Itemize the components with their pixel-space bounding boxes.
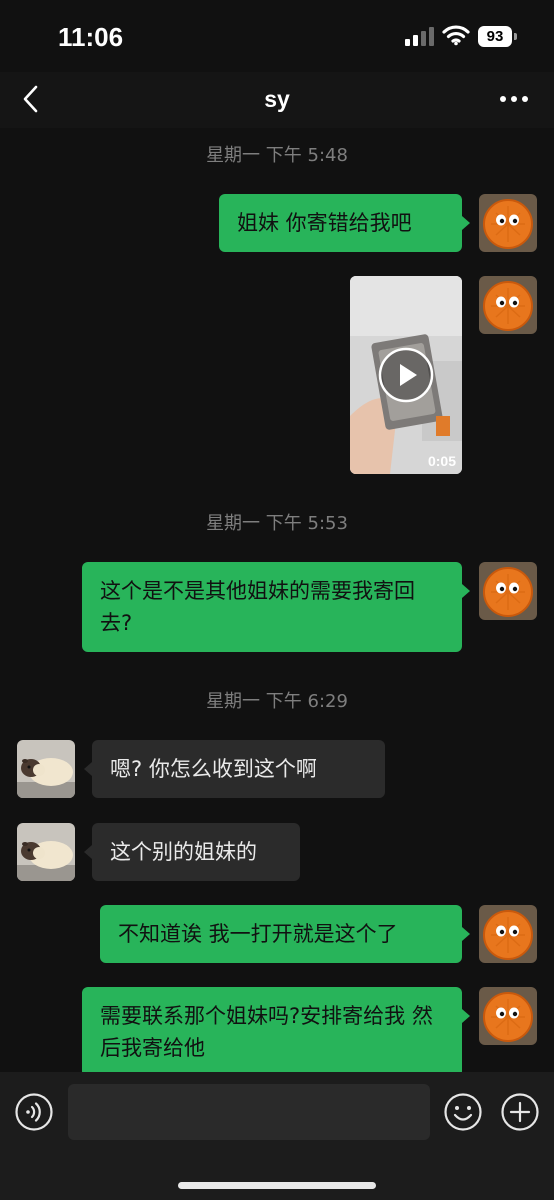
orange-cookie-avatar-image: [479, 905, 537, 963]
orange-cookie-avatar-image: [479, 562, 537, 620]
bubble-tail: [462, 927, 470, 941]
bubble-tail: [84, 762, 92, 776]
orange-cookie-avatar-image: [479, 987, 537, 1045]
timestamp: 星期一 下午 5:53: [206, 513, 348, 534]
more-dots-icon[interactable]: [494, 84, 534, 114]
input-bar: [0, 1072, 554, 1200]
my-avatar[interactable]: [479, 905, 537, 963]
status-time: 11:06: [58, 22, 124, 52]
bubble-tail: [462, 1009, 470, 1023]
my-message-bubble[interactable]: 不知道诶 我一打开就是这个了: [100, 905, 462, 963]
emoji-icon[interactable]: [443, 1092, 483, 1132]
my-message-bubble[interactable]: 姐妹 你寄错给我吧: [219, 194, 462, 252]
play-icon[interactable]: [378, 347, 434, 403]
message-input[interactable]: [68, 1084, 430, 1140]
message-list[interactable]: 星期一 下午 5:48 姐妹 你寄错给我吧 0:05 星期一 下午 5:53 这…: [0, 128, 554, 1072]
plus-icon[interactable]: [500, 1092, 540, 1132]
guinea-pig-avatar-image: [17, 823, 75, 881]
wifi-icon: [442, 25, 470, 46]
orange-cookie-avatar-image: [479, 194, 537, 252]
chat-header: sy: [0, 72, 554, 128]
my-avatar[interactable]: [479, 562, 537, 620]
timestamp: 星期一 下午 5:48: [206, 145, 348, 166]
bubble-tail: [462, 584, 470, 598]
my-avatar[interactable]: [479, 194, 537, 252]
cellular-signal-icon: [405, 27, 434, 46]
chat-title: sy: [264, 86, 290, 112]
video-duration: 0:05: [427, 453, 456, 469]
timestamp: 星期一 下午 6:29: [206, 691, 348, 712]
bubble-tail: [462, 216, 470, 230]
bubble-tail: [84, 845, 92, 859]
contact-message-bubble[interactable]: 嗯? 你怎么收到这个啊: [92, 740, 385, 798]
my-message-bubble[interactable]: 需要联系那个姐妹吗?安排寄给我 然后我寄给他: [82, 987, 462, 1072]
status-bar: 11:06 93: [0, 0, 554, 72]
my-message-bubble[interactable]: 这个是不是其他姐妹的需要我寄回去?: [82, 562, 462, 652]
contact-avatar[interactable]: [17, 823, 75, 881]
my-avatar[interactable]: [479, 276, 537, 334]
battery-tip: [514, 33, 517, 40]
battery-icon: 93: [478, 26, 520, 47]
my-avatar[interactable]: [479, 987, 537, 1045]
voice-icon[interactable]: [14, 1092, 54, 1132]
battery-level: 93: [478, 26, 512, 47]
home-indicator[interactable]: [178, 1182, 376, 1189]
contact-message-bubble[interactable]: 这个别的姐妹的: [92, 823, 300, 881]
video-message[interactable]: 0:05: [350, 276, 462, 474]
contact-avatar[interactable]: [17, 740, 75, 798]
orange-cookie-avatar-image: [479, 276, 537, 334]
guinea-pig-avatar-image: [17, 740, 75, 798]
